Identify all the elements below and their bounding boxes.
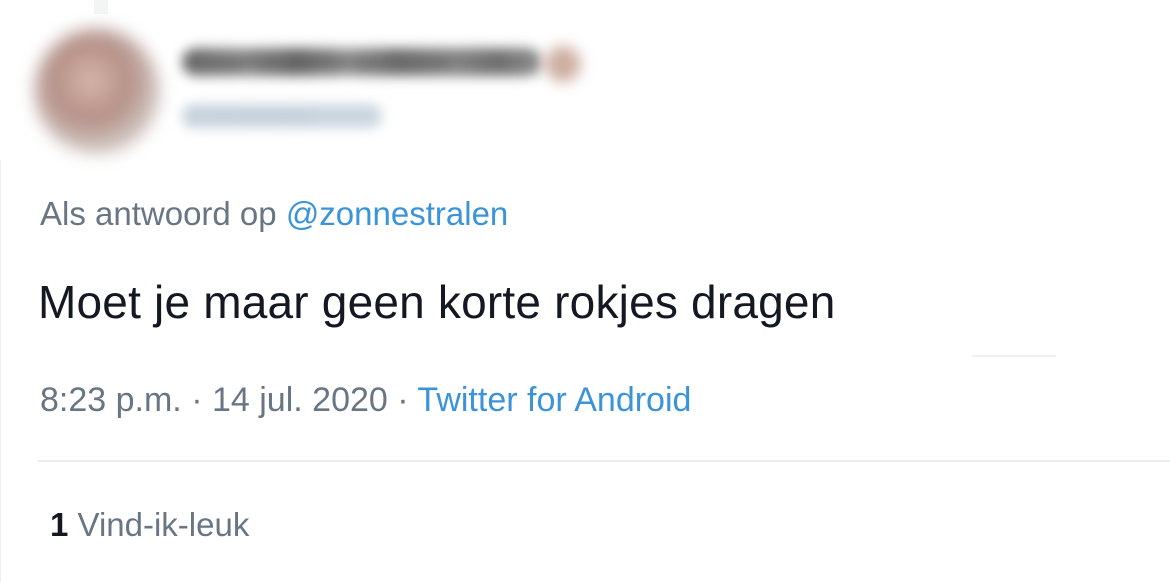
divider-fragment xyxy=(972,355,1056,357)
author-handle[interactable]: @vandaantje xyxy=(182,104,382,128)
reply-handle-link[interactable]: @zonnestralen xyxy=(286,195,508,232)
tweet-date[interactable]: 14 jul. 2020 xyxy=(212,381,388,419)
tweet-card: Maarten Verschoor @vandaantje Als antwoo… xyxy=(0,0,1170,582)
tweet-source-link[interactable]: Twitter for Android xyxy=(417,381,691,419)
meta-separator: · xyxy=(191,381,203,419)
emoji-badge-icon xyxy=(545,46,581,82)
tweet-text: Moet je maar geen korte rokjes dragen xyxy=(38,276,836,328)
divider xyxy=(38,460,1170,462)
reply-context: Als antwoord op @zonnestralen xyxy=(40,192,508,236)
author-name[interactable]: Maarten Verschoor xyxy=(182,48,542,76)
avatar[interactable] xyxy=(34,28,160,154)
decorative-edge xyxy=(94,0,108,14)
like-label: Vind-ik-leuk xyxy=(77,506,250,543)
tweet-time[interactable]: 8:23 p.m. xyxy=(40,381,182,419)
meta-separator: · xyxy=(397,381,409,419)
tweet-meta: 8:23 p.m. · 14 jul. 2020 · Twitter for A… xyxy=(40,378,691,422)
like-count: 1 xyxy=(50,506,69,543)
card-border xyxy=(0,160,1,582)
likes-stat[interactable]: 1 Vind-ik-leuk xyxy=(50,504,249,546)
reply-prefix: Als antwoord op xyxy=(40,195,277,232)
